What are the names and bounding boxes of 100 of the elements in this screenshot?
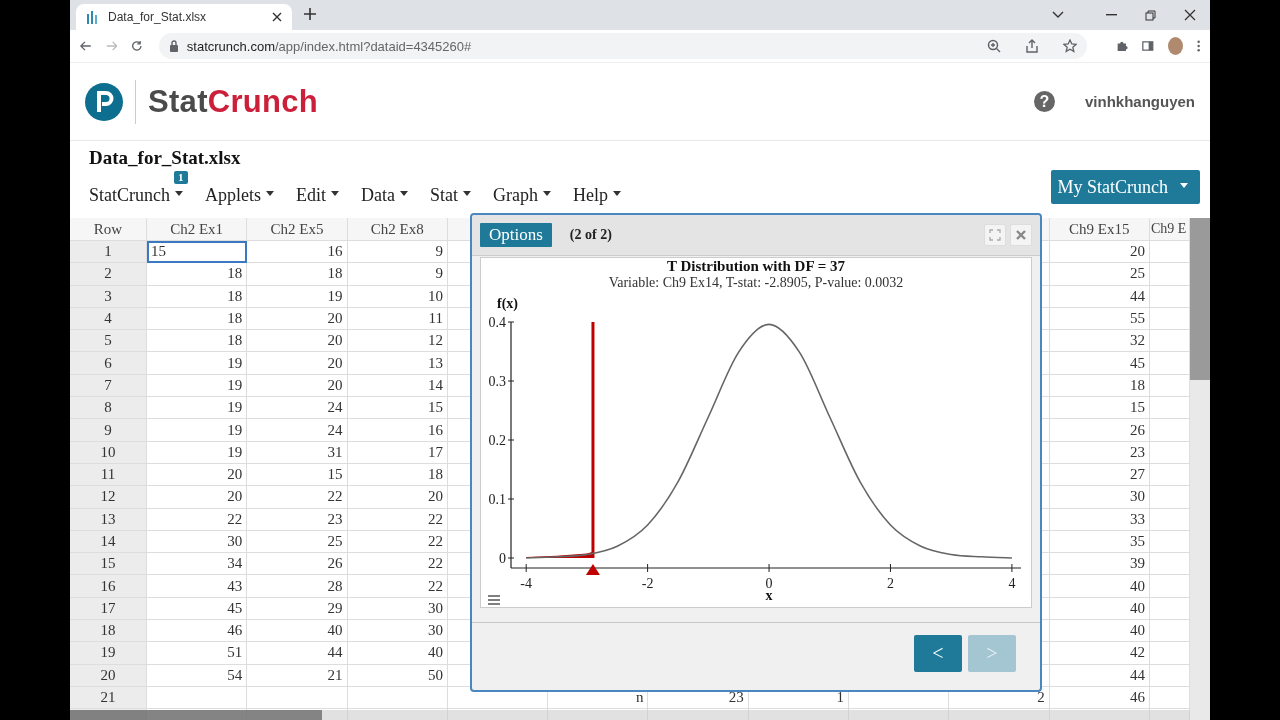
more-icon[interactable]	[1196, 39, 1200, 53]
scrollbar-thumb[interactable]	[1190, 218, 1210, 380]
table-cell[interactable]: 18	[347, 463, 448, 487]
table-cell[interactable]: 19	[147, 397, 248, 420]
table-cell[interactable]	[1149, 441, 1190, 464]
table-cell[interactable]: 30	[147, 530, 248, 554]
menu-item[interactable]: Graph	[493, 185, 551, 206]
table-cell[interactable]: 18	[147, 330, 248, 353]
table-cell[interactable]: 40	[247, 620, 348, 643]
sidebar-icon[interactable]	[1142, 40, 1154, 52]
table-cell[interactable]: 20	[247, 330, 348, 353]
chevron-down-icon[interactable]	[1052, 11, 1064, 19]
address-bar[interactable]: statcrunch.com/app/index.html?dataid=4345260#	[158, 33, 1087, 59]
table-cell[interactable]	[1149, 508, 1190, 531]
menu-item[interactable]: Applets	[205, 185, 274, 206]
back-icon[interactable]	[80, 40, 92, 52]
forward-icon[interactable]	[105, 40, 118, 52]
avatar[interactable]	[1167, 37, 1183, 55]
star-icon[interactable]	[1062, 39, 1077, 53]
options-button[interactable]: Options	[480, 223, 552, 247]
table-cell[interactable]	[1149, 307, 1190, 331]
my-statcrunch-button[interactable]: My StatCrunch	[1050, 170, 1200, 204]
table-cell[interactable]	[147, 686, 248, 710]
table-cell[interactable]: 51	[147, 642, 248, 665]
table-cell[interactable]: 22	[347, 508, 448, 531]
table-cell[interactable]: 30	[1049, 486, 1150, 509]
column-header[interactable]: Ch2 Ex1	[147, 218, 248, 241]
share-icon[interactable]	[1024, 39, 1039, 53]
table-cell[interactable]: 40	[1049, 575, 1150, 598]
expand-button[interactable]	[984, 224, 1006, 246]
table-cell[interactable]: 22	[247, 486, 348, 509]
table-cell[interactable]: 22	[347, 530, 448, 554]
table-cell[interactable]: 20	[147, 463, 248, 487]
table-cell[interactable]: 19	[247, 285, 348, 308]
table-cell[interactable]: 44	[1049, 285, 1150, 308]
table-cell[interactable]: 20	[247, 352, 348, 375]
zoom-icon[interactable]	[986, 39, 1001, 53]
table-cell[interactable]: 15	[347, 397, 448, 420]
table-cell[interactable]: 15	[147, 241, 248, 264]
menu-item[interactable]: Data	[361, 185, 408, 206]
browser-tab[interactable]: Data_for_Stat.xlsx	[76, 4, 292, 30]
table-cell[interactable]: 9	[347, 263, 448, 286]
table-cell[interactable]: 19	[147, 419, 248, 442]
table-cell[interactable]: 34	[147, 553, 248, 576]
menu-icon[interactable]	[487, 594, 501, 606]
table-cell[interactable]	[1149, 330, 1190, 353]
table-cell[interactable]: 28	[247, 575, 348, 598]
table-cell[interactable]: 24	[247, 397, 348, 420]
table-cell[interactable]: 31	[247, 441, 348, 464]
table-cell[interactable]: 10	[347, 285, 448, 308]
table-cell[interactable]: 11	[347, 307, 448, 331]
table-cell[interactable]: 20	[347, 486, 448, 509]
table-cell[interactable]: 22	[347, 553, 448, 576]
table-cell[interactable]: 20	[247, 307, 348, 331]
table-cell[interactable]: 18	[147, 263, 248, 286]
horizontal-scrollbar[interactable]	[70, 710, 1190, 720]
table-cell[interactable]	[347, 686, 448, 710]
column-header[interactable]: Row	[70, 218, 147, 241]
table-cell[interactable]: 54	[147, 664, 248, 687]
table-cell[interactable]: 44	[247, 642, 348, 665]
table-cell[interactable]: 22	[147, 508, 248, 531]
table-cell[interactable]: 30	[347, 597, 448, 621]
table-cell[interactable]	[1149, 397, 1190, 420]
table-cell[interactable]: 33	[1049, 508, 1150, 531]
help-button[interactable]: ?	[1033, 91, 1055, 112]
table-cell[interactable]: 26	[247, 553, 348, 576]
table-cell[interactable]	[1149, 530, 1190, 554]
table-cell[interactable]	[1149, 285, 1190, 308]
table-cell[interactable]: 20	[1049, 241, 1150, 264]
table-cell[interactable]: 13	[347, 352, 448, 375]
table-cell[interactable]: 14	[347, 374, 448, 398]
table-cell[interactable]	[1149, 352, 1190, 375]
table-cell[interactable]: 40	[1049, 620, 1150, 643]
table-cell[interactable]: 19	[147, 441, 248, 464]
table-cell[interactable]	[1149, 620, 1190, 643]
scrollbar-thumb[interactable]	[70, 710, 322, 720]
plus-icon[interactable]	[304, 8, 316, 20]
table-cell[interactable]	[1149, 374, 1190, 398]
table-cell[interactable]: 46	[147, 620, 248, 643]
table-cell[interactable]: 18	[247, 263, 348, 286]
table-cell[interactable]: 18	[1049, 374, 1150, 398]
table-cell[interactable]: 43	[147, 575, 248, 598]
table-cell[interactable]	[1149, 642, 1190, 665]
column-header[interactable]: Ch9 E	[1149, 218, 1190, 241]
table-cell[interactable]	[1149, 553, 1190, 576]
table-cell[interactable]: 15	[247, 463, 348, 487]
table-cell[interactable]: 20	[147, 486, 248, 509]
table-cell[interactable]: 22	[347, 575, 448, 598]
table-cell[interactable]: 45	[147, 597, 248, 621]
table-cell[interactable]	[1149, 486, 1190, 509]
table-cell[interactable]: 19	[147, 374, 248, 398]
table-cell[interactable]	[247, 686, 348, 710]
table-cell[interactable]	[1149, 664, 1190, 687]
table-cell[interactable]: 32	[1049, 330, 1150, 353]
table-cell[interactable]: 12	[347, 330, 448, 353]
puzzle-icon[interactable]	[1116, 39, 1129, 53]
table-cell[interactable]	[1149, 597, 1190, 621]
table-cell[interactable]: 16	[347, 419, 448, 442]
menu-item[interactable]: StatCrunch	[89, 185, 183, 206]
table-cell[interactable]: 44	[1049, 664, 1150, 687]
